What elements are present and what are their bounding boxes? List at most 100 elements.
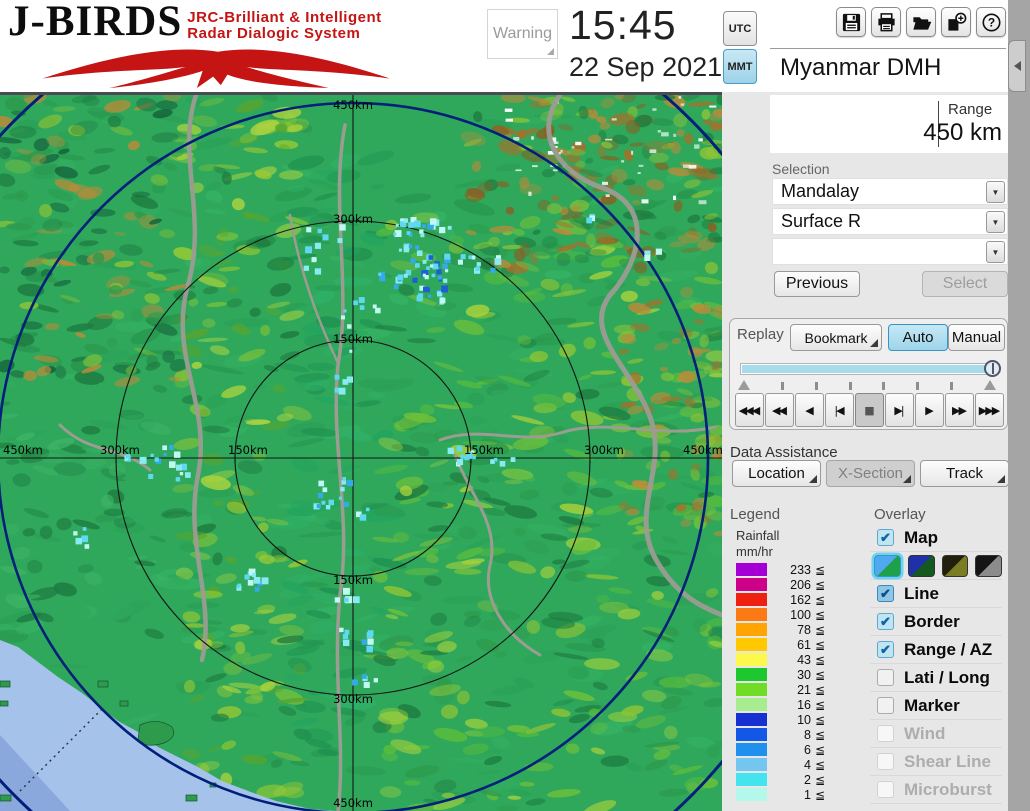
logo-tagline-line2: Radar Dialogic System — [187, 25, 361, 43]
legend-value: 8 — [804, 727, 811, 742]
map-style-swatch-4[interactable] — [975, 554, 1002, 577]
auto-mode-button[interactable]: Auto — [888, 324, 948, 351]
replay-timeline-thumb[interactable] — [984, 360, 1001, 377]
print-button[interactable] — [871, 7, 901, 37]
overlay-item-label: Marker — [904, 695, 960, 715]
chevron-down-icon[interactable]: ▼ — [986, 241, 1005, 263]
select-button-label: Select — [942, 275, 988, 292]
overlay-item-label: Lati / Long — [904, 667, 990, 687]
rewind-button[interactable]: ◀◀ — [765, 393, 794, 427]
product-dropdown[interactable]: Surface R ▼ — [772, 208, 1008, 235]
product-value: Surface R — [781, 211, 862, 231]
legend-color-swatch — [736, 668, 767, 681]
overlay-item-range-az[interactable]: ✔ Range / AZ — [870, 636, 1002, 664]
range-start-marker[interactable] — [738, 380, 750, 390]
microburst-checkbox — [877, 781, 894, 798]
map-style-swatch-1[interactable] — [874, 554, 901, 577]
capture-image-button[interactable] — [941, 7, 971, 37]
ring-label: 450km — [683, 443, 722, 457]
open-file-button[interactable] — [906, 7, 936, 37]
overlay-item-microburst[interactable]: Microburst — [870, 776, 1002, 804]
play-reverse-button[interactable]: ◀ — [795, 393, 824, 427]
legend-row: 10 ≦ — [736, 712, 856, 727]
legend-color-swatch — [736, 608, 767, 621]
legend-value: 1 — [804, 787, 811, 802]
utc-button[interactable]: UTC — [723, 11, 757, 46]
marker-checkbox[interactable] — [877, 697, 894, 714]
x-section-button[interactable]: X-Section — [826, 460, 915, 487]
forward-fast-button[interactable]: ▶▶▶ — [975, 393, 1004, 427]
svg-text:?: ? — [987, 15, 994, 29]
legend-row: 16 ≦ — [736, 697, 856, 712]
panel-collapse-handle[interactable] — [1008, 40, 1026, 92]
previous-button[interactable]: Previous — [774, 271, 860, 297]
forward-button[interactable]: ▶▶ — [945, 393, 974, 427]
bookmark-button[interactable]: Bookmark — [790, 324, 882, 351]
legend-color-swatch — [736, 563, 767, 576]
legend-color-swatch — [736, 638, 767, 651]
overlay-item-map[interactable]: ✔ Map — [870, 524, 1002, 552]
overlay-item-marker[interactable]: Marker — [870, 692, 1002, 720]
save-button[interactable] — [836, 7, 866, 37]
overlay-item-lati-long[interactable]: Lati / Long — [870, 664, 1002, 692]
range-value: 450 km — [923, 119, 1002, 146]
legend-operator: ≦ — [815, 607, 826, 622]
play-button[interactable]: ▶ — [915, 393, 944, 427]
location-button[interactable]: Location — [732, 460, 821, 487]
ring-label: 300km — [333, 692, 373, 706]
jbirds-application: J-BIRDS JRC-Brilliant & Intelligent Radar … — [0, 0, 1030, 811]
map-checkbox[interactable]: ✔ — [877, 529, 894, 546]
overlay-item-shear-line[interactable]: Shear Line — [870, 748, 1002, 776]
legend-value: 6 — [804, 742, 811, 757]
chevron-down-icon[interactable]: ▼ — [986, 181, 1005, 203]
map-style-selector — [870, 552, 1002, 580]
replay-timeline-slider[interactable] — [740, 360, 1001, 377]
legend-row: 6 ≦ — [736, 742, 856, 757]
ring-label: 150km — [333, 573, 373, 587]
help-button[interactable]: ? — [976, 7, 1006, 37]
ring-label: 150km — [464, 443, 504, 457]
overlay-item-label: Range / AZ — [904, 639, 993, 659]
manual-button-label: Manual — [951, 329, 1002, 346]
rewind-fast-button[interactable]: ◀◀◀ — [735, 393, 764, 427]
overlay-item-label: Line — [904, 583, 939, 603]
ring-label: 300km — [584, 443, 624, 457]
radar-map-display[interactable]: 450km 300km 150km 150km 300km 450km 450k… — [0, 92, 722, 811]
legend-value: 233 — [790, 562, 811, 577]
border-checkbox[interactable]: ✔ — [877, 613, 894, 630]
site-name: Myanmar DMH — [780, 54, 942, 81]
panel-edge-strip — [1008, 0, 1030, 811]
step-back-button[interactable]: |◀ — [825, 393, 854, 427]
overlay-item-line[interactable]: ✔ Line — [870, 580, 1002, 608]
line-checkbox[interactable]: ✔ — [877, 585, 894, 602]
overlay-item-wind[interactable]: Wind — [870, 720, 1002, 748]
map-style-swatch-3[interactable] — [941, 554, 969, 577]
legend-row: 162 ≦ — [736, 592, 856, 607]
legend-unit-line2: mm/hr — [736, 544, 773, 559]
range-az-checkbox[interactable]: ✔ — [877, 641, 894, 658]
legend-row: 30 ≦ — [736, 667, 856, 682]
capture-image-icon — [947, 12, 966, 31]
extra-dropdown[interactable]: ▼ — [772, 238, 1008, 265]
select-button[interactable]: Select — [922, 271, 1008, 297]
legend-row: 4 ≦ — [736, 757, 856, 772]
chevron-down-icon[interactable]: ▼ — [986, 211, 1005, 233]
legend-value: 21 — [797, 682, 811, 697]
ring-label: 150km — [333, 332, 373, 346]
track-button[interactable]: Track — [920, 460, 1009, 487]
mmt-button[interactable]: MMT — [723, 49, 757, 84]
warning-button[interactable]: Warning — [487, 9, 558, 59]
auto-button-label: Auto — [902, 329, 934, 346]
range-end-marker[interactable] — [983, 380, 996, 390]
logo-tagline-line1: JRC-Brilliant & Intelligent — [187, 9, 382, 26]
legend-unit-line1: Rainfall — [736, 528, 780, 543]
lati-long-checkbox[interactable] — [877, 669, 894, 686]
overlay-item-border[interactable]: ✔ Border — [870, 608, 1002, 636]
shear-line-checkbox — [877, 753, 894, 770]
step-forward-button[interactable]: ▶| — [885, 393, 914, 427]
map-style-swatch-2[interactable] — [907, 554, 935, 577]
stop-button[interactable]: ■ — [855, 393, 884, 427]
warning-button-label: Warning — [493, 25, 552, 42]
radar-site-dropdown[interactable]: Mandalay ▼ — [772, 178, 1008, 205]
manual-mode-button[interactable]: Manual — [948, 324, 1005, 351]
